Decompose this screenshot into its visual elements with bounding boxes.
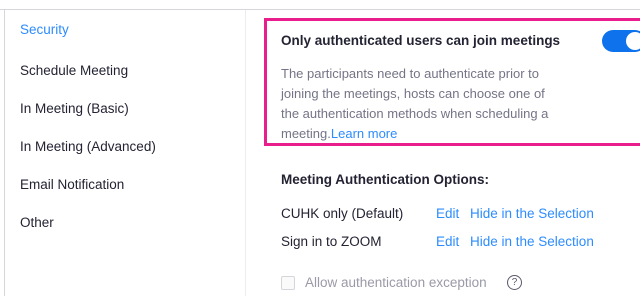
description-line: joining the meetings, hosts can choose o… [281,86,545,101]
sidebar-item-other[interactable]: Other [20,215,54,230]
top-divider [0,9,640,10]
option-name: Sign in to ZOOM [281,234,382,249]
edit-link[interactable]: Edit [436,234,459,249]
hide-in-selection-link[interactable]: Hide in the Selection [470,234,594,249]
edit-link[interactable]: Edit [436,206,459,221]
allow-exception-checkbox[interactable] [281,276,295,290]
sidebar-item-in-meeting-advanced[interactable]: In Meeting (Advanced) [20,139,156,154]
auth-toggle[interactable] [602,30,640,52]
description-line: the authentication methods when scheduli… [281,106,549,121]
sidebar-item-security[interactable]: Security [20,22,69,37]
toggle-knob [626,32,640,50]
description-line: meeting. [281,126,331,141]
hide-in-selection-link[interactable]: Hide in the Selection [470,206,594,221]
option-name: CUHK only (Default) [281,206,404,221]
description-line: The participants need to authenticate pr… [281,66,539,81]
setting-description: The participants need to authenticate pr… [281,64,581,144]
left-border [4,9,5,296]
options-heading: Meeting Authentication Options: [281,172,489,187]
sidebar-item-in-meeting-basic[interactable]: In Meeting (Basic) [20,101,129,116]
allow-exception-label: Allow authentication exception [305,275,487,290]
learn-more-link[interactable]: Learn more [331,126,397,141]
sidebar-item-schedule-meeting[interactable]: Schedule Meeting [20,63,128,78]
sidebar-divider [245,10,246,296]
question-circle-icon[interactable]: ? [507,275,522,290]
setting-title: Only authenticated users can join meetin… [281,33,561,48]
sidebar-item-email-notification[interactable]: Email Notification [20,177,124,192]
